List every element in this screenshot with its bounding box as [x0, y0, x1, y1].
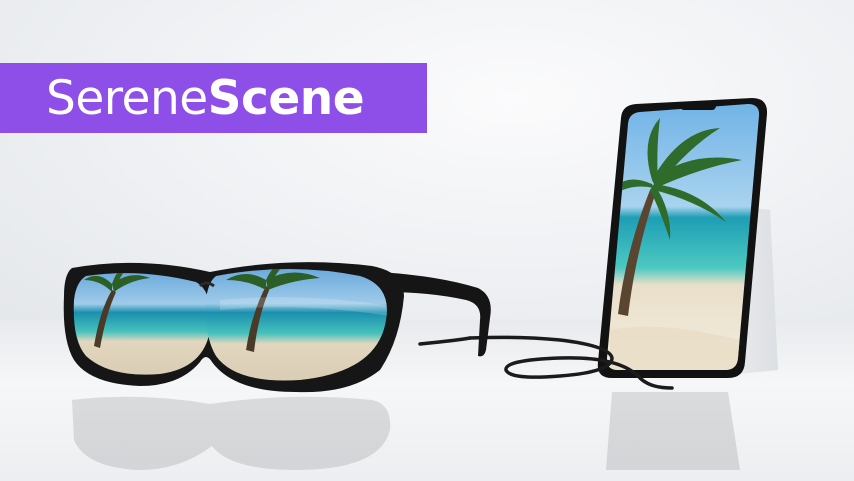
brand-banner: SereneScene: [0, 63, 427, 133]
brand-name-light: Serene: [46, 70, 208, 126]
brand-logo: SereneScene: [46, 75, 365, 122]
product-scene: SereneScene: [0, 0, 854, 481]
brand-name-bold: Scene: [207, 70, 365, 126]
phone-icon: [597, 98, 768, 378]
glasses-icon: [63, 262, 491, 393]
table-reflection: [72, 392, 740, 470]
